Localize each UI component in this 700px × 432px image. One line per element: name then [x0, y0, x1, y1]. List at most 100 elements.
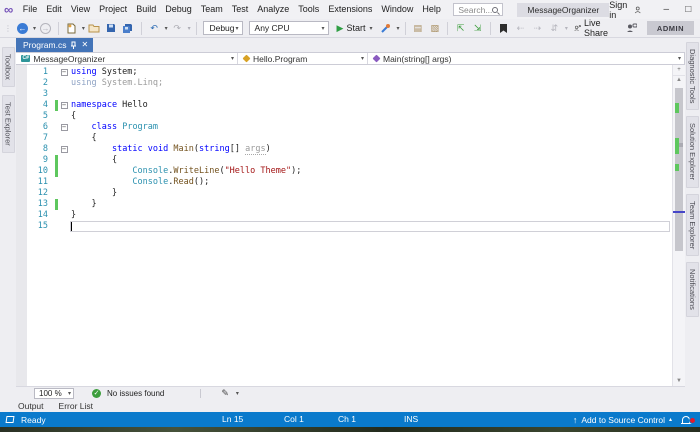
menu-window[interactable]: Window	[377, 0, 418, 19]
code-text[interactable]	[70, 89, 672, 100]
clear-bookmarks-button[interactable]: ⇵	[547, 21, 562, 36]
scrollbar-track[interactable]	[673, 85, 685, 377]
navigate-back-dropdown-icon[interactable]: ▾	[33, 25, 36, 32]
code-line-7[interactable]: 7 {	[27, 133, 672, 144]
code-text[interactable]: }	[70, 188, 672, 199]
side-tab-team-explorer[interactable]: Team Explorer	[686, 193, 699, 256]
code-line-15[interactable]: 15	[27, 221, 672, 232]
attach-to-process-button[interactable]	[378, 21, 393, 36]
panel-tab-output[interactable]: Output	[18, 401, 44, 411]
menu-view[interactable]: View	[66, 0, 94, 19]
menu-analyze[interactable]: Analyze	[253, 0, 294, 19]
solution-platform-dropdown[interactable]: Any CPU ▾	[248, 21, 329, 35]
tab-program-cs[interactable]: Program.cs ✕	[16, 38, 94, 52]
scroll-down-icon[interactable]: ▼	[673, 377, 685, 386]
menu-file[interactable]: File	[18, 0, 42, 19]
vertical-scrollbar[interactable]: + ▲ ▼	[672, 65, 685, 386]
menu-test[interactable]: Test	[227, 0, 253, 19]
navigate-backward-button[interactable]: ←	[15, 21, 30, 36]
side-tab-test-explorer[interactable]: Test Explorer	[1, 94, 15, 153]
menu-extensions[interactable]: Extensions	[324, 0, 377, 19]
start-debugging-button[interactable]: ▶ Start ▾	[333, 23, 377, 34]
side-tab-toolbox[interactable]: Toolbox	[1, 47, 15, 87]
code-line-3[interactable]: 3	[27, 89, 672, 100]
open-file-button[interactable]	[87, 21, 102, 36]
close-tab-icon[interactable]: ✕	[81, 41, 88, 49]
preview-changes-button[interactable]: ▧	[427, 21, 442, 36]
menu-tools[interactable]: Tools	[294, 0, 324, 19]
code-line-1[interactable]: 1 − using System;	[27, 67, 672, 78]
code-line-12[interactable]: 12 }	[27, 188, 672, 199]
admin-badge[interactable]: ADMIN	[646, 21, 695, 35]
menu-edit[interactable]: Edit	[42, 0, 67, 19]
code-text[interactable]: using System;	[70, 67, 672, 78]
code-line-13[interactable]: 13 }	[27, 199, 672, 210]
previous-bookmark-button[interactable]: ⇠	[513, 21, 528, 36]
pin-icon[interactable]	[70, 41, 77, 50]
new-project-dropdown-icon[interactable]: ▾	[82, 25, 85, 32]
splitter-handle[interactable]: +	[673, 65, 685, 76]
scroll-up-icon[interactable]: ▲	[673, 76, 685, 85]
minimize-button[interactable]: –	[655, 0, 677, 19]
code-text[interactable]: using System.Linq;	[70, 78, 672, 89]
member-dropdown[interactable]: Main(string[] args) ▾	[368, 53, 684, 64]
collapse-icon[interactable]: −	[60, 146, 68, 153]
menu-help[interactable]: Help	[418, 0, 446, 19]
code-text[interactable]: {	[70, 111, 672, 122]
redo-button[interactable]: ↷	[170, 21, 185, 36]
undo-button[interactable]: ↶	[147, 21, 162, 36]
breakpoint-margin[interactable]	[16, 65, 27, 386]
navigate-forward-button[interactable]: →	[38, 21, 53, 36]
code-line-10[interactable]: 10 Console.WriteLine("Hello Theme");	[27, 166, 672, 177]
zoom-level-dropdown[interactable]: 100 % ▾	[34, 387, 74, 399]
attach-dropdown-icon[interactable]: ▾	[396, 25, 399, 32]
code-line-5[interactable]: 5{	[27, 111, 672, 122]
code-text[interactable]: Console.WriteLine("Hello Theme");	[70, 166, 672, 177]
search-icon[interactable]	[492, 6, 499, 13]
code-cleanup-icon[interactable]: ✎	[221, 388, 229, 399]
code-line-14[interactable]: 14}	[27, 210, 672, 221]
undo-dropdown-icon[interactable]: ▾	[165, 25, 168, 32]
bookmark-dropdown-icon[interactable]: ▾	[565, 25, 568, 32]
code-text[interactable]	[70, 221, 670, 232]
code-text[interactable]: {	[70, 133, 672, 144]
feedback-button[interactable]	[624, 21, 639, 36]
solution-configuration-dropdown[interactable]: Debug ▾	[203, 21, 243, 35]
code-line-2[interactable]: 2 using System.Linq;	[27, 78, 672, 89]
menu-project[interactable]: Project	[95, 0, 132, 19]
panel-tab-error-list[interactable]: Error List	[59, 401, 93, 411]
code-text[interactable]: {	[70, 155, 672, 166]
code-text[interactable]: }	[70, 210, 672, 221]
show-next-statement-button[interactable]: ▤	[410, 21, 425, 36]
add-to-source-control-button[interactable]: ↑ Add to Source Control ▴	[573, 415, 672, 425]
code-text[interactable]: }	[70, 199, 672, 210]
menu-debug[interactable]: Debug	[161, 0, 197, 19]
side-tab-notifications[interactable]: Notifications	[686, 261, 699, 317]
collapse-icon[interactable]: −	[60, 102, 68, 109]
code-line-9[interactable]: 9 {	[27, 155, 672, 166]
sign-in-button[interactable]: Sign in	[609, 0, 641, 20]
live-share-button[interactable]: Live Share	[570, 18, 616, 38]
code-line-8[interactable]: 8 − static void Main(string[] args)	[27, 144, 672, 155]
code-line-4[interactable]: 4 − namespace Hello	[27, 100, 672, 111]
code-text[interactable]: static void Main(string[] args)	[70, 144, 672, 155]
step-over-button[interactable]: ⇲	[470, 21, 485, 36]
code-line-6[interactable]: 6 − class Program	[27, 122, 672, 133]
collapse-icon[interactable]: −	[60, 124, 68, 131]
code-lines[interactable]: 1− using System; 2 using System.Linq; 3 4− nam…	[27, 65, 672, 386]
code-cleanup-dropdown-icon[interactable]: ▾	[236, 390, 239, 397]
menu-team[interactable]: Team	[196, 0, 227, 19]
side-tab-diagnostic-tools[interactable]: Diagnostic Tools	[686, 42, 699, 111]
code-text[interactable]: namespace Hello	[70, 100, 672, 111]
next-bookmark-button[interactable]: ⇢	[530, 21, 545, 36]
code-text[interactable]: class Program	[70, 122, 672, 133]
new-project-button[interactable]	[64, 21, 79, 36]
side-tab-solution-explorer[interactable]: Solution Explorer	[686, 116, 699, 188]
code-line-11[interactable]: 11 Console.Read();	[27, 177, 672, 188]
collapse-icon[interactable]: −	[60, 69, 68, 76]
maximize-button[interactable]: □	[677, 0, 699, 19]
step-into-button[interactable]: ⇱	[453, 21, 468, 36]
type-dropdown[interactable]: Hello.Program ▾	[238, 53, 368, 64]
code-text[interactable]: Console.Read();	[70, 177, 672, 188]
redo-dropdown-icon[interactable]: ▾	[188, 25, 191, 32]
